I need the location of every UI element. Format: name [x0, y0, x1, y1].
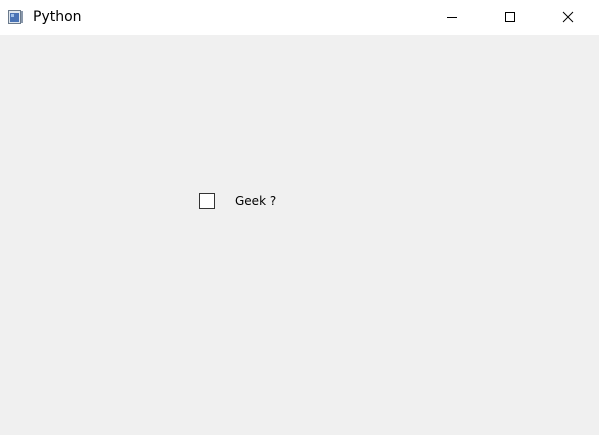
minimize-button[interactable]: [429, 0, 475, 35]
python-app-icon: [8, 9, 24, 25]
maximize-button[interactable]: [487, 0, 533, 35]
minimize-icon: [446, 8, 458, 27]
window-title: Python: [33, 9, 82, 25]
application-window: Python Geek ?: [0, 0, 599, 435]
title-bar[interactable]: Python: [0, 0, 599, 35]
client-area: Geek ?: [0, 35, 599, 435]
maximize-icon: [504, 8, 516, 27]
close-icon: [562, 8, 574, 27]
geek-checkbox-label[interactable]: Geek ?: [235, 193, 276, 209]
close-button[interactable]: [545, 0, 591, 35]
geek-checkbox[interactable]: [199, 193, 215, 209]
